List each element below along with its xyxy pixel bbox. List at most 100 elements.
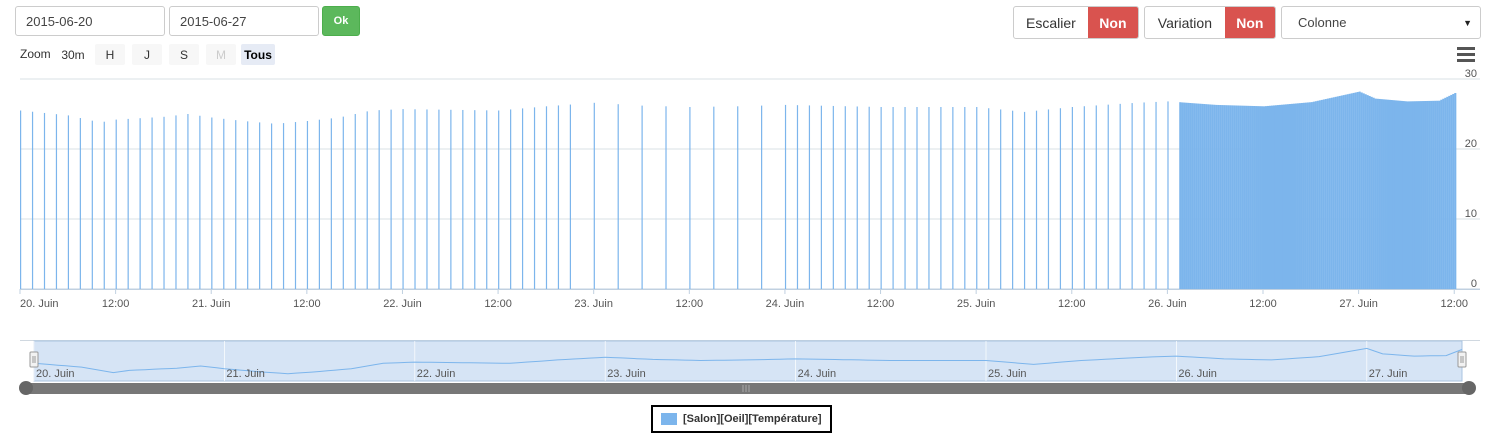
temperature-bar	[306, 121, 309, 289]
y-axis: 0 10 20 30	[1465, 68, 1477, 290]
temperature-bar	[1205, 104, 1208, 289]
temperature-bar	[390, 109, 392, 289]
navigator-date-label: 22. Juin	[417, 368, 456, 380]
temperature-bar	[1410, 101, 1413, 289]
x-tick-label: 22. Juin	[383, 298, 422, 310]
temperature-bar	[1223, 105, 1226, 289]
temperature-bar	[868, 106, 870, 289]
temperature-bar	[1336, 96, 1339, 289]
temperature-bar	[1340, 95, 1343, 289]
y-tick-label: 0	[1471, 278, 1477, 290]
temperature-bar	[1296, 103, 1299, 289]
navigator-date-label: 26. Juin	[1178, 368, 1217, 380]
temperature-bar	[928, 107, 930, 289]
chart-legend[interactable]: [Salon][Oeil][Température]	[651, 405, 832, 433]
navigator-right-handle[interactable]	[1457, 351, 1467, 368]
temperature-bar	[1354, 92, 1357, 289]
temperature-bar	[1201, 103, 1204, 289]
temperature-bar	[1261, 106, 1264, 289]
temperature-bar	[1167, 101, 1169, 290]
temperature-bar	[1438, 100, 1441, 289]
temperature-bar	[498, 110, 500, 289]
temperature-bar	[1334, 96, 1337, 289]
temperature-bar	[1324, 99, 1327, 289]
temperature-bar	[1294, 103, 1297, 289]
y-tick-label: 30	[1465, 68, 1477, 80]
temperature-bar	[1352, 92, 1355, 289]
temperature-bar	[1382, 99, 1385, 289]
scrollbar-left-button[interactable]	[19, 381, 33, 395]
temperature-bar	[1328, 98, 1331, 289]
temperature-bar	[1446, 96, 1449, 289]
temperature-bar	[1370, 96, 1373, 289]
temperature-bar	[1428, 100, 1431, 289]
temperature-bar	[1266, 105, 1270, 289]
temperature-bar	[1390, 100, 1393, 289]
temperature-bar	[1237, 105, 1240, 290]
temperature-bar	[665, 106, 667, 289]
temperature-bar	[1083, 106, 1085, 290]
temperature-bar	[1193, 103, 1196, 289]
legend-swatch	[661, 413, 677, 425]
temperature-bar	[1308, 102, 1311, 290]
temperature-bar	[1330, 97, 1333, 289]
temperature-bar	[1035, 110, 1038, 289]
temperature-bar	[1350, 93, 1353, 289]
temperature-bar	[1059, 108, 1062, 289]
navigator: 20. Juin 21. Juin 22. Juin 23. Juin 24. Juin…	[19, 340, 1480, 395]
temperature-bar	[426, 109, 428, 289]
temperature-bar	[689, 107, 691, 289]
scrollbar-right-button[interactable]	[1462, 381, 1476, 395]
temperature-bar	[641, 105, 643, 289]
y-tick-label: 20	[1465, 138, 1477, 150]
temperature-bar	[1396, 100, 1399, 290]
temperature-bar	[1306, 102, 1309, 289]
temperature-bar	[1023, 111, 1026, 290]
temperature-bar	[1380, 99, 1383, 289]
temperature-bar	[1203, 104, 1206, 290]
temperature-bar	[1302, 102, 1305, 289]
temperature-bar	[1191, 103, 1194, 290]
temperature-bar	[1274, 105, 1278, 289]
temperature-bar	[1348, 93, 1351, 289]
temperature-bar	[1187, 102, 1190, 289]
temperature-bar	[1286, 104, 1290, 289]
temperature-bar	[1374, 98, 1377, 289]
scrollbar-track[interactable]	[26, 383, 1468, 394]
temperature-bar	[187, 114, 189, 289]
temperature-bar	[139, 118, 141, 289]
temperature-bar	[1404, 101, 1407, 289]
temperature-bar	[856, 106, 858, 289]
temperature-bar	[20, 110, 22, 289]
temperature-bar	[1227, 105, 1230, 289]
temperature-bar	[1450, 94, 1453, 289]
navigator-date-label: 20. Juin	[36, 368, 75, 380]
temperature-bar	[1332, 97, 1335, 289]
y-tick-label: 10	[1465, 208, 1477, 220]
temperature-bar	[1364, 94, 1367, 289]
temperature-bar	[1211, 104, 1214, 289]
temperature-bar	[1249, 105, 1252, 290]
temperature-bar	[880, 107, 882, 289]
temperature-bar	[1420, 101, 1423, 289]
temperature-bar	[1183, 102, 1186, 289]
temperature-bar	[1448, 95, 1451, 289]
temperature-bar	[1131, 103, 1133, 289]
temperature-bar	[1268, 105, 1272, 290]
temperature-bar	[1418, 101, 1421, 289]
temperature-bar	[1071, 107, 1073, 289]
temperature-bar	[438, 109, 440, 289]
temperature-bar	[964, 107, 966, 289]
temperature-bar	[796, 105, 799, 289]
navigator-left-handle[interactable]	[29, 351, 39, 368]
temperature-bar	[1312, 101, 1315, 289]
temperature-bar	[1412, 101, 1415, 289]
temperature-bar	[1197, 103, 1200, 290]
temperature-bar	[31, 111, 34, 289]
temperature-bar	[1440, 99, 1443, 289]
temperature-bar	[1368, 95, 1371, 289]
temperature-bar	[1241, 105, 1244, 290]
temperature-bar	[1320, 99, 1323, 289]
temperature-bar	[569, 104, 571, 289]
temperature-bar	[737, 106, 739, 289]
